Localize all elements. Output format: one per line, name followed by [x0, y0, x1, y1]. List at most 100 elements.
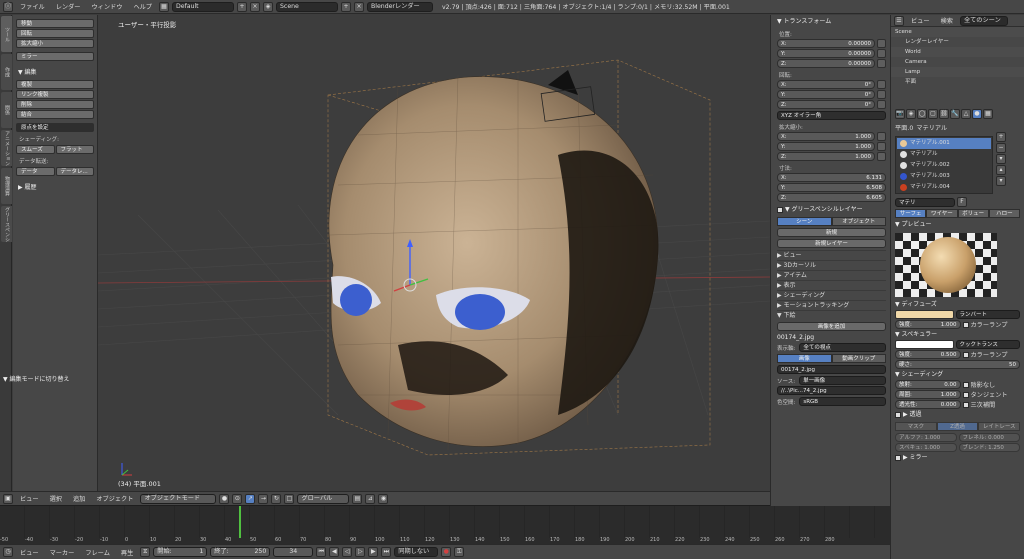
scene-tab-icon[interactable]: ◈ [906, 109, 916, 119]
current-frame-cursor[interactable] [239, 506, 241, 538]
new-layer-button[interactable]: 新規レイヤー [777, 239, 886, 248]
pivot-point-icon[interactable]: ⊙ [232, 493, 243, 504]
3d-cursor-panel[interactable]: ▶ 3Dカーソル [777, 260, 886, 270]
tab-grease-pencil[interactable]: グリースペンシル [1, 206, 12, 242]
world-tab-icon[interactable]: ◯ [917, 109, 927, 119]
background-image-item[interactable]: 00174_2.jpg [777, 333, 886, 343]
movie-clip-tab[interactable]: 動画クリップ [831, 354, 886, 363]
menu-view[interactable]: ビュー [16, 494, 43, 503]
specular-color-swatch[interactable] [895, 340, 954, 349]
outliner-row-scene[interactable]: Scene [891, 27, 1024, 37]
editor-type-3d-icon[interactable]: ▣ [3, 493, 13, 504]
keying-set-icon[interactable]: ⚿ [454, 547, 465, 557]
hardness-field[interactable]: 硬さ: 50 [895, 360, 1020, 369]
fake-user-icon[interactable]: F [957, 197, 967, 207]
lock-icon[interactable] [877, 142, 886, 151]
outliner-row-plane[interactable]: 平面 [891, 77, 1024, 87]
outliner-row-renderlayers[interactable]: レンダーレイヤー [891, 37, 1024, 47]
sync-select[interactable]: 同期しない [394, 547, 439, 557]
translate-manipulator-icon[interactable]: → [258, 493, 269, 504]
outliner-menu-search[interactable]: 検索 [937, 16, 957, 25]
shadeless-checkbox[interactable] [962, 382, 969, 388]
menu-select[interactable]: 選択 [46, 494, 66, 503]
material-slot[interactable]: マテリアル.004 [897, 182, 991, 193]
play-icon[interactable]: ▷ [355, 547, 366, 557]
move-down-icon[interactable]: ▾ [996, 176, 1006, 186]
colorspace-select[interactable]: sRGB [799, 397, 886, 406]
grease-scene-tab[interactable]: シーン [777, 217, 832, 226]
menu-playback[interactable]: 再生 [117, 548, 137, 557]
orientation-select[interactable]: グローバル [297, 493, 350, 504]
tab-create[interactable]: 作成 [1, 54, 12, 90]
specular-panel-header[interactable]: ▼ スペキュラー [895, 330, 1020, 340]
remove-slot-icon[interactable]: − [996, 143, 1006, 153]
lock-icon[interactable] [877, 132, 886, 141]
menu-tl-view[interactable]: ビュー [16, 548, 43, 557]
mode-select[interactable]: オブジェクトモード [140, 493, 217, 504]
lock-icon[interactable] [877, 90, 886, 99]
shading-panel[interactable]: ▶ シェーディング [777, 290, 886, 300]
halo-tab[interactable]: ハロー [988, 209, 1020, 218]
blend-field[interactable]: ブレンド: 1.250 [958, 443, 1020, 452]
preview-range-icon[interactable]: ⧖ [140, 547, 151, 557]
outliner-row-lamp[interactable]: Lamp [891, 67, 1024, 77]
source-select[interactable]: 単一画像 [799, 376, 886, 385]
edit-section-header[interactable]: ▼ 編集 [18, 67, 94, 76]
render-tab-icon[interactable]: 📷 [895, 109, 905, 119]
scene-icon[interactable]: ◈ [263, 1, 273, 12]
menu-render[interactable]: レンダー [52, 2, 85, 11]
material-slot[interactable]: マテリアル [897, 149, 991, 160]
shading-panel-header[interactable]: ▼ シェーディング [895, 370, 1020, 380]
ambient-field[interactable]: 周囲: 1.000 [895, 390, 961, 399]
add-slot-icon[interactable]: + [996, 132, 1006, 142]
outliner-row-camera[interactable]: Camera [891, 57, 1024, 67]
scale-z-field[interactable]: Z: 1.000 [777, 152, 875, 161]
flat-button[interactable]: フラット [55, 145, 94, 154]
cubic-toggle[interactable]: 三次補間 [962, 400, 1021, 409]
grease-new-button[interactable]: 新規 [777, 228, 886, 237]
mask-tab[interactable]: マスク [895, 422, 937, 431]
constraints-tab-icon[interactable]: ⛓ [939, 109, 949, 119]
data-layout-button[interactable]: データレ... [55, 167, 94, 176]
lock-icon[interactable] [877, 80, 886, 89]
prev-key-icon[interactable]: ◀ [329, 547, 340, 557]
transparency-panel-header[interactable]: ▶ 透過 [895, 410, 1020, 420]
duplicate-linked-button[interactable]: リンク複製 [16, 90, 94, 99]
render-preview-icon[interactable]: ◉ [378, 493, 389, 504]
outliner-filter-select[interactable]: 全てのシーン [959, 15, 1008, 26]
material-slot[interactable]: マテリアル.003 [897, 171, 991, 182]
alpha-field[interactable]: アルファ: 1.000 [895, 433, 957, 442]
specular-alpha-field[interactable]: スペキュ: 1.000 [895, 443, 957, 452]
render-engine-select[interactable]: Blenderレンダー [367, 1, 433, 12]
rotation-y-field[interactable]: Y: 0° [777, 90, 875, 99]
jump-start-icon[interactable]: ⏮ [316, 547, 327, 557]
image-path-field[interactable]: //..\Pic...74_2.jpg [777, 386, 886, 395]
rotate-manipulator-icon[interactable]: ↻ [271, 493, 282, 504]
menu-object[interactable]: オブジェクト [92, 494, 137, 503]
smooth-button[interactable]: スムーズ [16, 145, 55, 154]
specular-intensity-field[interactable]: 強度: 0.500 [895, 350, 961, 359]
motion-tracking-panel[interactable]: ▶ モーショントラッキング [777, 300, 886, 310]
wire-tab[interactable]: ワイヤー [926, 209, 958, 218]
menu-marker[interactable]: マーカー [46, 548, 79, 557]
tangent-toggle[interactable]: タンジェント [962, 390, 1021, 399]
surface-tab[interactable]: サーフェ [895, 209, 927, 218]
manipulator-toggle-icon[interactable]: ↗ [245, 493, 256, 504]
material-tab-icon[interactable]: ● [972, 109, 982, 119]
data-tab-icon[interactable]: △ [961, 109, 971, 119]
grease-pencil-layer-header[interactable]: ▼ グリースペンシルレイヤー [777, 205, 886, 215]
volume-tab[interactable]: ボリュー [957, 209, 989, 218]
tab-tools[interactable]: ツール [1, 16, 12, 52]
location-y-field[interactable]: Y: 0.00000 [777, 49, 875, 58]
menu-help[interactable]: ヘルプ [129, 2, 156, 11]
add-scene-icon[interactable]: + [341, 1, 351, 12]
lock-icon[interactable] [877, 39, 886, 48]
end-frame-field[interactable]: 終了: 250 [210, 547, 271, 557]
add-layout-icon[interactable]: + [237, 1, 247, 12]
dimension-y-field[interactable]: Y: 6.508 [777, 183, 886, 192]
data-transfer-button[interactable]: データ [16, 167, 55, 176]
rotation-x-field[interactable]: X: 0° [777, 80, 875, 89]
record-icon[interactable]: ● [441, 547, 452, 557]
scale-manipulator-icon[interactable]: □ [284, 493, 295, 504]
preview-panel-header[interactable]: ▼ プレビュー [895, 220, 1020, 230]
